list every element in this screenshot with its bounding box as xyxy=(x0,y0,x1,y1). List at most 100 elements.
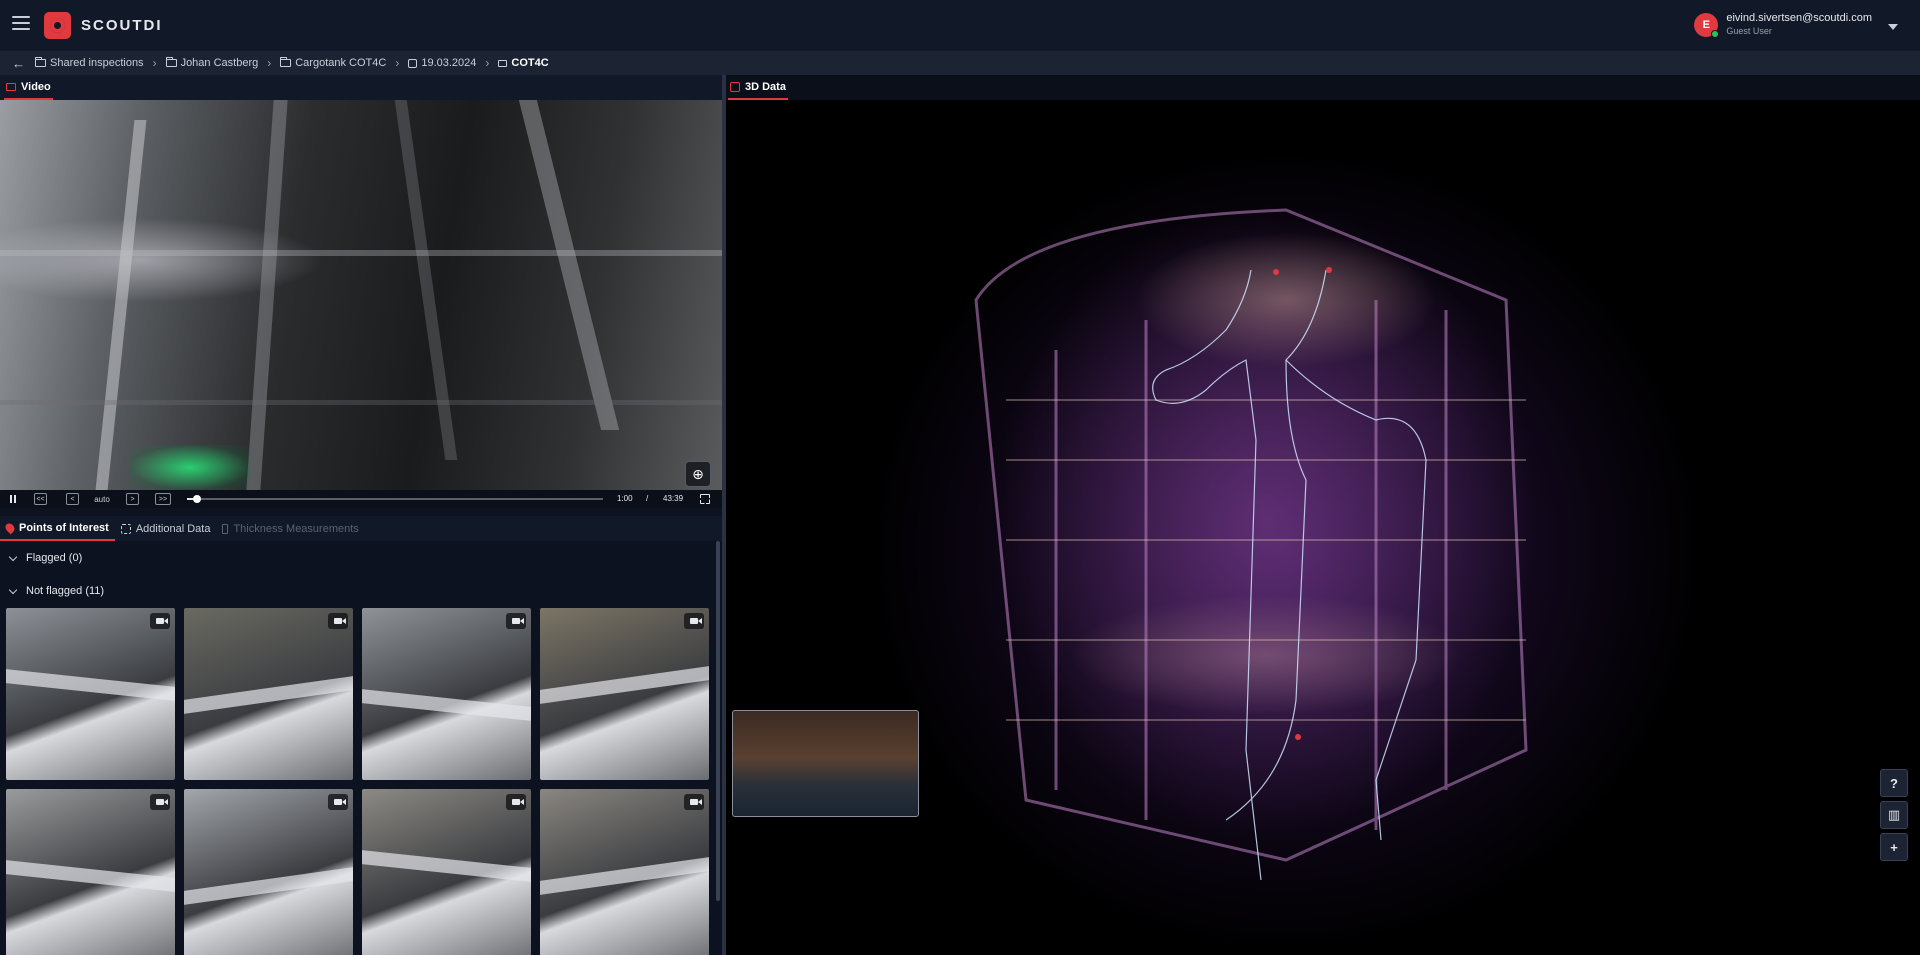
drone-flight-path xyxy=(1152,269,1262,881)
chevron-down-icon[interactable] xyxy=(1888,24,1898,30)
help-button[interactable]: ? xyxy=(1880,769,1908,797)
camera-preview-minimap[interactable] xyxy=(732,710,919,817)
tab-points-of-interest[interactable]: Points of Interest xyxy=(0,516,115,541)
current-time: 1:00 xyxy=(617,494,633,503)
chevron-right-icon: › xyxy=(395,56,400,70)
section-label: Not flagged (11) xyxy=(26,585,105,597)
map-button[interactable]: ▥ xyxy=(1880,801,1908,829)
progress-bar[interactable] xyxy=(187,495,603,503)
poi-marker[interactable] xyxy=(1326,267,1332,273)
breadcrumb-label: Cargotank COT4C xyxy=(295,57,387,69)
video-badge xyxy=(328,794,348,810)
pause-button[interactable] xyxy=(8,493,18,505)
avatar-initial: E xyxy=(1702,19,1710,31)
thumbnail-image-detail xyxy=(540,857,709,895)
breadcrumb-label: COT4C xyxy=(511,57,549,69)
avatar[interactable]: E xyxy=(1694,13,1720,38)
video-player[interactable]: ⊕ xyxy=(0,100,722,490)
video-badge xyxy=(684,794,704,810)
video-icon xyxy=(156,799,164,805)
cube-icon xyxy=(730,81,740,92)
poi-thumbnail[interactable] xyxy=(184,608,353,780)
help-icon: ? xyxy=(1890,775,1898,791)
user-menu[interactable]: E eivind.sivertsen@scoutdi.com Guest Use… xyxy=(1694,12,1898,38)
video-frame-beam xyxy=(394,100,458,460)
pin-icon xyxy=(3,521,17,534)
tab-thickness-measurements: Thickness Measurements xyxy=(216,516,364,541)
video-icon xyxy=(690,618,698,624)
step-back-button[interactable]: < xyxy=(66,493,79,505)
video-icon xyxy=(690,799,698,805)
poi-marker[interactable] xyxy=(1273,269,1279,275)
drone-flight-path xyxy=(1285,269,1427,841)
tab-label: 3D Data xyxy=(745,80,786,93)
playback-speed[interactable]: auto xyxy=(92,493,112,505)
map-icon: ▥ xyxy=(1887,807,1901,822)
3d-data-panel: 3D Data ? ▥ + xyxy=(726,75,1920,955)
fullscreen-icon[interactable] xyxy=(700,494,710,504)
player-controls: << < auto > >> 1:00 / 43:39 xyxy=(0,490,722,508)
video-frame-beam xyxy=(0,400,722,405)
user-role: Guest User xyxy=(1726,26,1772,36)
drone-flight-path xyxy=(1225,359,1307,821)
poi-thumbnail[interactable] xyxy=(184,789,353,955)
poi-thumbnail[interactable] xyxy=(362,789,531,955)
video-badge xyxy=(328,613,348,629)
menu-icon[interactable] xyxy=(12,16,30,30)
add-view-button[interactable]: + xyxy=(1880,833,1908,861)
poi-thumbnail[interactable] xyxy=(540,608,709,780)
calendar-icon xyxy=(408,58,418,68)
breadcrumb-item-date[interactable]: 19.03.2024 xyxy=(408,57,476,69)
step-forward-button[interactable]: > xyxy=(126,493,139,505)
video-frame-beam xyxy=(246,100,288,490)
brand-logo[interactable]: SCOUTDI xyxy=(44,12,163,39)
poi-thumbnail[interactable] xyxy=(540,789,709,955)
poi-marker[interactable] xyxy=(1295,734,1301,740)
breadcrumb-item-cargotank[interactable]: Cargotank COT4C xyxy=(280,57,386,69)
target-icon: ⊕ xyxy=(692,465,704,482)
thumbnail-image-detail xyxy=(6,669,175,701)
tab-label: Thickness Measurements xyxy=(233,522,359,535)
breadcrumb-label: Johan Castberg xyxy=(180,57,259,69)
user-email: eivind.sivertsen@scoutdi.com xyxy=(1726,12,1872,24)
video-icon xyxy=(156,618,164,624)
folder-icon xyxy=(35,57,46,67)
tab-label: Additional Data xyxy=(135,522,211,535)
flagged-section-toggle[interactable]: Flagged (0) xyxy=(0,545,722,571)
thumbnail-image-detail xyxy=(362,689,531,721)
rewind-button[interactable]: << xyxy=(34,493,47,505)
video-badge xyxy=(150,613,170,629)
point-cloud-render xyxy=(974,208,1528,881)
poi-thumbnail[interactable] xyxy=(6,608,175,780)
tab-3d-data[interactable]: 3D Data xyxy=(726,75,1920,100)
point-cloud-viewer[interactable] xyxy=(726,100,1920,955)
breadcrumb-item-shared-inspections[interactable]: Shared inspections xyxy=(35,57,144,69)
back-arrow-icon[interactable]: ← xyxy=(12,56,25,71)
video-badge xyxy=(506,794,526,810)
online-status-icon xyxy=(1711,30,1720,38)
breadcrumb-item-current: COT4C xyxy=(498,57,549,69)
video-icon xyxy=(512,799,520,805)
tab-label: Points of Interest xyxy=(19,521,109,534)
progress-handle[interactable] xyxy=(192,495,201,503)
video-icon xyxy=(512,618,520,624)
section-label: Flagged (0) xyxy=(26,552,83,564)
scoutdi-logo-icon xyxy=(44,12,71,39)
video-badge xyxy=(506,613,526,629)
not-flagged-section-toggle[interactable]: Not flagged (11) xyxy=(0,578,722,604)
thumbnail-image-detail xyxy=(184,867,353,905)
poi-thumbnail[interactable] xyxy=(362,608,531,780)
forward-button[interactable]: >> xyxy=(155,493,171,505)
video-icon xyxy=(334,618,342,624)
duration: 43:39 xyxy=(663,494,684,503)
thumbnail-image-detail xyxy=(6,860,175,892)
breadcrumb-label: 19.03.2024 xyxy=(421,57,477,69)
video-frame-beam xyxy=(518,100,620,430)
tab-additional-data[interactable]: Additional Data xyxy=(115,516,217,541)
breadcrumb-item-johan-castberg[interactable]: Johan Castberg xyxy=(165,57,259,69)
poi-thumbnail[interactable] xyxy=(6,789,175,955)
scrollbar[interactable] xyxy=(716,541,720,901)
recenter-button[interactable]: ⊕ xyxy=(685,461,711,487)
tab-label: Video xyxy=(21,80,51,93)
tab-video[interactable]: Video xyxy=(0,75,722,100)
